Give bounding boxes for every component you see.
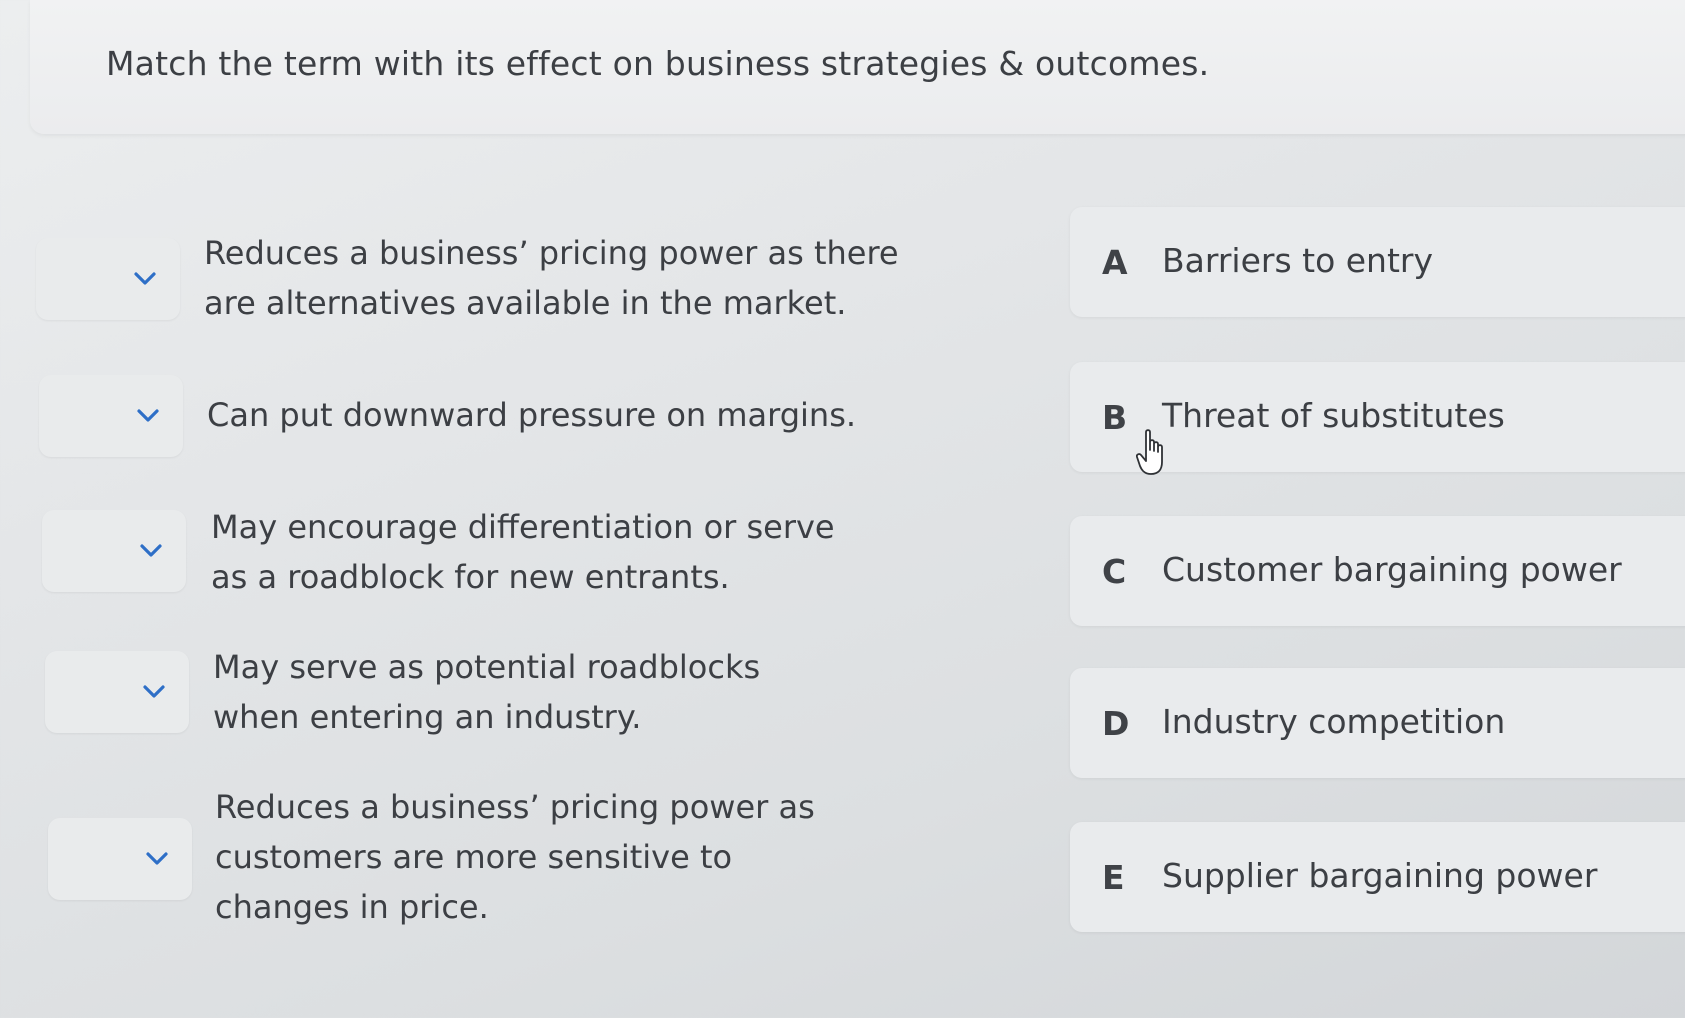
chevron-down-icon	[146, 852, 168, 865]
option-letter: D	[1102, 704, 1130, 743]
option-e[interactable]: E Supplier bargaining power	[1070, 822, 1685, 932]
option-label: Barriers to entry	[1162, 241, 1434, 280]
option-a[interactable]: A Barriers to entry	[1070, 207, 1685, 317]
option-letter: C	[1102, 552, 1127, 591]
answer-dropdown-3[interactable]	[42, 510, 186, 592]
answer-dropdown-2[interactable]	[39, 375, 183, 457]
chevron-down-icon	[143, 685, 165, 698]
option-letter: A	[1102, 243, 1128, 282]
question-text: Match the term with its effect on busine…	[106, 44, 1210, 83]
chevron-down-icon	[134, 272, 156, 285]
answer-dropdown-1[interactable]	[36, 238, 180, 320]
option-label: Industry competition	[1162, 702, 1506, 741]
answer-dropdown-5[interactable]	[48, 818, 192, 900]
prompt-text-3: May encourage differentiation or serve a…	[211, 508, 835, 596]
question-card: Match the term with its effect on busine…	[30, 0, 1685, 134]
prompt-text-2: Can put downward pressure on margins.	[207, 396, 857, 434]
option-letter: E	[1102, 858, 1125, 897]
chevron-down-icon	[140, 544, 162, 557]
hand-pointer-icon	[1136, 429, 1163, 475]
option-label: Supplier bargaining power	[1162, 856, 1598, 895]
chevron-down-icon	[137, 409, 159, 422]
option-label: Customer bargaining power	[1162, 550, 1622, 589]
option-label: Threat of substitutes	[1162, 396, 1505, 435]
prompt-text-1: Reduces a business’ pricing power as the…	[204, 234, 899, 322]
option-letter: B	[1102, 398, 1128, 437]
prompt-text-5: Reduces a business’ pricing power as cus…	[215, 788, 815, 926]
prompt-text-4: May serve as potential roadblocks when e…	[213, 648, 761, 736]
option-d[interactable]: D Industry competition	[1070, 668, 1685, 778]
answer-dropdown-4[interactable]	[45, 651, 189, 733]
option-c[interactable]: C Customer bargaining power	[1070, 516, 1685, 626]
